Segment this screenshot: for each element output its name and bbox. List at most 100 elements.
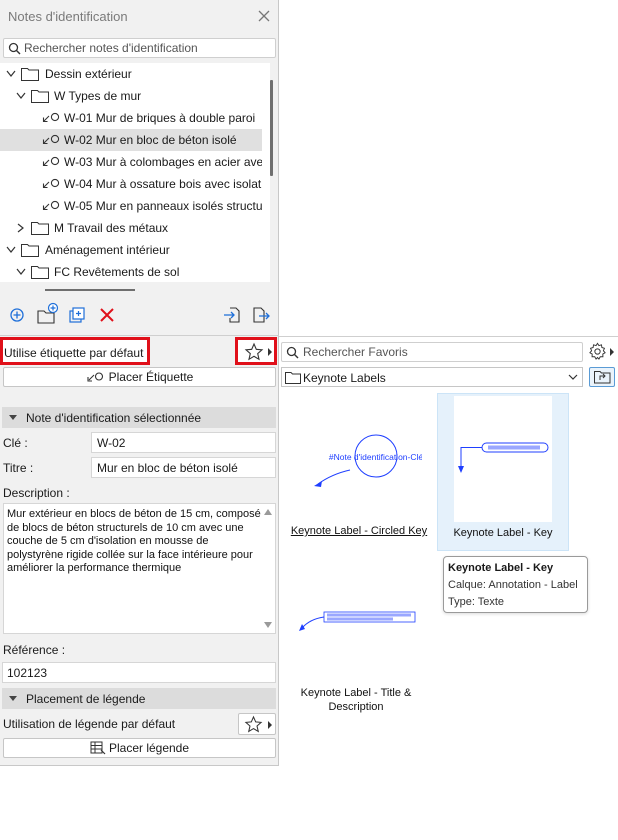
keynote-label-icon xyxy=(42,112,60,123)
tree-vertical-scrollbar[interactable] xyxy=(270,80,273,176)
favorite-tooltip: Keynote Label - Key Calque: Annotation -… xyxy=(443,556,588,613)
tree-item-label: FC Revêtements de sol xyxy=(54,265,180,279)
export-button[interactable] xyxy=(251,305,271,325)
gear-icon xyxy=(589,342,606,360)
tree-item-label: W Types de mur xyxy=(54,89,142,103)
folder-icon xyxy=(285,372,301,384)
new-folder-icon xyxy=(37,302,59,324)
folder-icon xyxy=(21,68,39,81)
chevron-down-icon[interactable] xyxy=(16,92,26,100)
star-icon xyxy=(244,715,263,733)
reference-value: 102123 xyxy=(7,666,48,680)
panel-title-bar: Notes d'identification xyxy=(0,0,279,32)
key-field[interactable]: W-02 xyxy=(91,432,276,453)
collapse-triangle-icon xyxy=(9,696,17,701)
favorites-settings-button[interactable] xyxy=(586,341,616,362)
tree-folder-row[interactable]: FC Revêtements de sol xyxy=(0,261,262,282)
tree-folder-row[interactable]: Dessin extérieur xyxy=(0,63,262,85)
tree-folder-row[interactable]: W Types de mur xyxy=(0,85,262,107)
close-button[interactable] xyxy=(256,8,272,24)
delete-button[interactable] xyxy=(97,305,117,325)
search-icon xyxy=(8,42,21,55)
key-preview xyxy=(458,442,549,473)
favorite-item-key[interactable]: Keynote Label - Key xyxy=(437,393,569,551)
title-field[interactable]: Mur en bloc de béton isolé xyxy=(91,457,276,478)
tree-note-row[interactable]: W-01 Mur de briques à double paroi xyxy=(0,107,262,129)
reference-label: Référence : xyxy=(3,643,66,657)
tree-item-label: Aménagement intérieur xyxy=(45,243,170,257)
favorite-item-label: Keynote Label - Key xyxy=(453,527,553,539)
folder-icon xyxy=(31,90,49,103)
tree-note-row[interactable]: W-02 Mur en bloc de béton isolé xyxy=(0,129,262,151)
folder-up-icon xyxy=(594,371,611,384)
parent-folder-button[interactable] xyxy=(589,367,615,387)
folder-icon xyxy=(21,244,39,257)
tree-item-label: W-04 Mur à ossature bois avec isolatio xyxy=(64,177,262,191)
tree-folder-row[interactable]: Aménagement intérieur xyxy=(0,239,262,261)
label-favorites-button[interactable] xyxy=(235,337,277,365)
tree-item-label: Dessin extérieur xyxy=(45,67,132,81)
close-icon xyxy=(258,10,270,22)
add-note-button[interactable] xyxy=(7,305,27,325)
tree-item-label: W-05 Mur en panneaux isolés structure xyxy=(64,199,262,213)
new-folder-button[interactable] xyxy=(36,302,60,324)
title-description-preview xyxy=(299,611,416,631)
title-value: Mur en bloc de béton isolé xyxy=(97,461,238,475)
tree-folder-row[interactable]: M Travail des métaux xyxy=(0,217,262,239)
tree-item-label: W-01 Mur de briques à double paroi xyxy=(64,111,256,125)
tree-horizontal-scrollbar[interactable] xyxy=(45,289,135,291)
chevron-down-icon[interactable] xyxy=(6,70,16,78)
favorite-item-label: Keynote Label - Title & Description xyxy=(300,687,412,713)
keynote-label-icon xyxy=(42,156,60,167)
chevron-down-icon[interactable] xyxy=(16,268,26,276)
tree-note-row[interactable]: W-03 Mur à colombages en acier avec s xyxy=(0,151,262,173)
description-scrollbar[interactable] xyxy=(260,504,275,633)
tooltip-layer: Calque: Annotation - Label xyxy=(448,579,578,591)
add-note-icon xyxy=(10,308,24,322)
search-icon xyxy=(286,346,299,359)
tooltip-type: Type: Texte xyxy=(448,596,505,608)
place-label-button[interactable]: Placer Étiquette xyxy=(3,367,276,387)
favorites-folder-dropdown[interactable]: Keynote Labels xyxy=(281,367,583,387)
description-textarea[interactable]: Mur extérieur en blocs de béton de 15 cm… xyxy=(3,503,276,634)
duplicate-button[interactable] xyxy=(67,305,87,325)
legend-table-icon xyxy=(90,741,106,755)
folder-icon xyxy=(31,266,49,279)
favorites-search-field[interactable]: Rechercher Favoris xyxy=(281,342,583,362)
title-label: Titre : xyxy=(3,461,34,475)
scroll-down-icon[interactable] xyxy=(264,622,272,628)
selected-note-section-title: Note d'identification sélectionnée xyxy=(26,411,202,425)
chevron-down-icon[interactable] xyxy=(6,246,16,254)
tree-note-row[interactable]: W-05 Mur en panneaux isolés structure xyxy=(0,195,262,217)
description-label: Description : xyxy=(3,486,70,500)
legend-section-title: Placement de légende xyxy=(26,692,146,706)
favorite-item-title-description[interactable]: Keynote Label - Title & Description xyxy=(282,590,430,720)
chevron-right-icon xyxy=(268,348,272,356)
import-icon xyxy=(224,307,240,323)
reference-field[interactable]: 102123 xyxy=(2,662,276,683)
legend-section-header[interactable]: Placement de légende xyxy=(2,688,276,709)
tree-item-label: W-03 Mur à colombages en acier avec s xyxy=(64,155,262,169)
default-label-selector[interactable]: Utilise étiquette par défaut xyxy=(0,337,150,365)
keynote-search-input[interactable] xyxy=(24,40,274,56)
default-legend-text: Utilisation de légende par défaut xyxy=(3,717,176,731)
delete-icon xyxy=(100,308,114,322)
favorite-item-circled-key[interactable]: #Note d'identification-Clé Keynote Label… xyxy=(282,396,430,546)
selected-note-section-header[interactable]: Note d'identification sélectionnée xyxy=(2,407,276,428)
key-label: Clé : xyxy=(3,436,28,450)
place-legend-button[interactable]: Placer légende xyxy=(3,738,276,758)
favorites-folder-value: Keynote Labels xyxy=(303,371,386,385)
legend-favorites-button[interactable] xyxy=(238,713,276,735)
chevron-down-icon xyxy=(568,374,578,380)
scroll-up-icon[interactable] xyxy=(264,509,272,515)
keynote-search-field[interactable] xyxy=(3,38,276,58)
favorites-search-placeholder: Rechercher Favoris xyxy=(303,345,408,359)
circled-key-preview: #Note d'identification-Clé xyxy=(314,434,422,487)
chevron-right-icon[interactable] xyxy=(17,223,25,233)
import-button[interactable] xyxy=(222,305,242,325)
key-value: W-02 xyxy=(97,436,126,450)
keynote-label-icon xyxy=(42,200,60,211)
keynote-label-icon xyxy=(42,134,60,145)
tree-note-row[interactable]: W-04 Mur à ossature bois avec isolatio xyxy=(0,173,262,195)
chevron-right-icon xyxy=(610,348,614,356)
